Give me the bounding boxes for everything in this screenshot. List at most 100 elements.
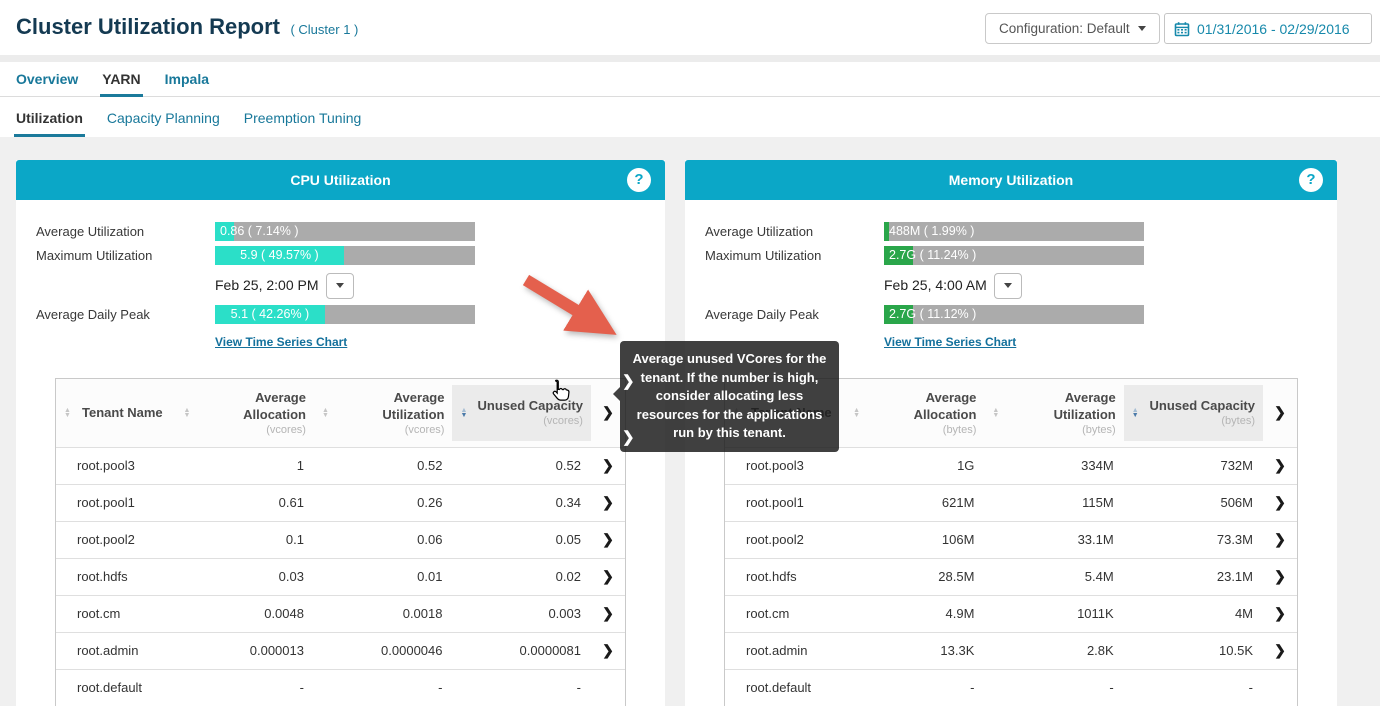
help-icon[interactable]: ? — [1299, 168, 1323, 192]
column-header-label: Average Utilization(bytes) — [1002, 389, 1115, 437]
view-time-series-chart-link[interactable]: View Time Series Chart — [884, 335, 1016, 349]
peak-time-dropdown-button[interactable] — [994, 273, 1022, 299]
value-cell: 0.61 — [175, 495, 314, 510]
sort-arrows-icon: ▲▼ — [460, 408, 470, 418]
tenant-name-cell: root.hdfs — [56, 569, 175, 584]
memory-panel-title: Memory Utilization — [949, 172, 1073, 188]
column-header-label: Unused Capacity(bytes) — [1142, 397, 1255, 428]
row-expand-chevron[interactable]: ❯ — [591, 605, 625, 622]
average-utilization-stat: Average Utilization 488M ( 1.99% ) — [705, 222, 1317, 241]
tab-label: Preemption Tuning — [244, 110, 362, 126]
configuration-dropdown-button[interactable]: Configuration: Default — [985, 13, 1160, 44]
tab-capacity-planning[interactable]: Capacity Planning — [107, 98, 220, 137]
column-header-average-allocation[interactable]: ▲▼Average Allocation(vcores) — [175, 379, 314, 447]
tenant-name-cell: root.pool1 — [725, 495, 845, 510]
column-header-unused-capacity[interactable]: ▲▼Unused Capacity(bytes) — [1124, 385, 1263, 441]
value-cell: 0.003 — [452, 606, 591, 621]
value-cell: 732M — [1124, 458, 1263, 473]
cursor-icon — [549, 379, 571, 401]
tab-yarn[interactable]: YARN — [102, 62, 140, 96]
table-row[interactable]: root.pool31G334M732M❯ — [725, 447, 1297, 484]
tenant-name-cell: root.pool3 — [725, 458, 845, 473]
page-title: Cluster Utilization Report ( Cluster 1 ) — [16, 14, 358, 40]
tenant-name-cell: root.admin — [56, 643, 175, 658]
memory-panel-body: Average Utilization 488M ( 1.99% ) Maxim… — [685, 200, 1337, 706]
tab-label: Utilization — [16, 110, 83, 126]
tab-utilization[interactable]: Utilization — [16, 98, 83, 137]
table-row[interactable]: root.hdfs0.030.010.02❯ — [56, 558, 625, 595]
table-row[interactable]: root.pool20.10.060.05❯ — [56, 521, 625, 558]
value-cell: 2.8K — [984, 643, 1123, 658]
row-expand-chevron[interactable]: ❯ — [1263, 642, 1297, 659]
tab-impala[interactable]: Impala — [165, 62, 209, 96]
column-header-label: Unused Capacity(vcores) — [470, 397, 583, 428]
value-cell: 5.4M — [984, 569, 1123, 584]
table-row[interactable]: root.pool1621M115M506M❯ — [725, 484, 1297, 521]
bar-value: 488M ( 1.99% ) — [889, 222, 974, 241]
value-cell: 506M — [1124, 495, 1263, 510]
average-utilization-stat: Average Utilization 0.86 ( 7.14% ) — [36, 222, 645, 241]
tab-overview[interactable]: Overview — [16, 62, 78, 96]
table-row[interactable]: root.pool2106M33.1M73.3M❯ — [725, 521, 1297, 558]
row-expand-chevron[interactable]: ❯ — [1263, 457, 1297, 474]
row-expand-chevron[interactable]: ❯ — [1263, 494, 1297, 511]
table-row[interactable]: root.cm0.00480.00180.003❯ — [56, 595, 625, 632]
peak-time-text: Feb 25, 4:00 AM — [884, 277, 987, 293]
chevron-right-icon[interactable]: ❯ — [622, 430, 635, 446]
column-header-tenant-name[interactable]: ▲▼Tenant Name — [56, 385, 175, 441]
cluster-utilization-report-page: Cluster Utilization Report ( Cluster 1 )… — [0, 0, 1380, 706]
column-header-average-utilization[interactable]: ▲▼Average Utilization(vcores) — [314, 379, 453, 447]
value-cell: 1 — [175, 458, 314, 473]
table-row[interactable]: root.cm4.9M1011K4M❯ — [725, 595, 1297, 632]
bar-value: 5.1 ( 42.26% ) — [215, 305, 325, 324]
column-header-label: Average Allocation(vcores) — [193, 389, 306, 437]
row-expand-chevron[interactable]: ❯ — [591, 494, 625, 511]
column-header-average-utilization[interactable]: ▲▼Average Utilization(bytes) — [984, 379, 1123, 447]
row-expand-chevron[interactable]: ❯ — [1263, 568, 1297, 585]
table-row[interactable]: root.hdfs28.5M5.4M23.1M❯ — [725, 558, 1297, 595]
value-cell: 115M — [984, 495, 1123, 510]
value-cell: 621M — [845, 495, 984, 510]
maximum-utilization-stat: Maximum Utilization 2.7G ( 11.24% ) — [705, 246, 1317, 265]
table-row[interactable]: root.default--- — [56, 669, 625, 706]
value-cell: 106M — [845, 532, 984, 547]
help-icon[interactable]: ? — [627, 168, 651, 192]
value-cell: - — [1124, 680, 1263, 695]
table-row[interactable]: root.admin13.3K2.8K10.5K❯ — [725, 632, 1297, 669]
table-row[interactable]: root.pool310.520.52❯ — [56, 447, 625, 484]
value-cell: 0.52 — [452, 458, 591, 473]
cpu-utilization-panel: CPU Utilization ? Average Utilization 0.… — [16, 160, 665, 706]
table-row[interactable]: root.admin0.0000130.00000460.0000081❯ — [56, 632, 625, 669]
view-time-series-chart-link[interactable]: View Time Series Chart — [215, 335, 347, 349]
caret-down-icon — [336, 283, 344, 288]
tab-preemption-tuning[interactable]: Preemption Tuning — [244, 98, 362, 137]
row-expand-chevron[interactable]: ❯ — [591, 531, 625, 548]
value-cell: 10.5K — [1124, 643, 1263, 658]
table-row[interactable]: root.default--- — [725, 669, 1297, 706]
row-expand-chevron[interactable]: ❯ — [1263, 531, 1297, 548]
table-row[interactable]: root.pool10.610.260.34❯ — [56, 484, 625, 521]
row-expand-chevron[interactable]: ❯ — [591, 457, 625, 474]
cpu-panel-title: CPU Utilization — [290, 172, 390, 188]
sort-arrows-icon: ▲▼ — [992, 408, 1002, 418]
date-range-picker[interactable]: 01/31/2016 - 02/29/2016 — [1164, 13, 1372, 44]
bar-value: 2.7G ( 11.12% ) — [889, 305, 976, 324]
value-cell: 73.3M — [1124, 532, 1263, 547]
peak-time-dropdown-button[interactable] — [326, 273, 354, 299]
value-cell: 0.0048 — [175, 606, 314, 621]
column-header-label: Average Utilization(vcores) — [332, 389, 445, 437]
tenant-name-cell: root.pool2 — [56, 532, 175, 547]
peak-time-selector: Feb 25, 4:00 AM — [884, 272, 1022, 299]
row-expand-chevron[interactable]: ❯ — [591, 568, 625, 585]
chevron-right-icon[interactable]: ❯ — [622, 374, 635, 390]
tab-label: Impala — [165, 71, 209, 87]
row-expand-chevron[interactable]: ❯ — [591, 642, 625, 659]
column-header-average-allocation[interactable]: ▲▼Average Allocation(bytes) — [845, 379, 984, 447]
table-scroll-chevron[interactable]: ❯ — [1263, 404, 1297, 421]
tab-label: Capacity Planning — [107, 110, 220, 126]
value-cell: 1011K — [984, 606, 1123, 621]
tenant-name-cell: root.admin — [725, 643, 845, 658]
row-expand-chevron[interactable]: ❯ — [1263, 605, 1297, 622]
maximum-utilization-bar: 2.7G ( 11.24% ) — [884, 246, 1144, 265]
value-cell: 0.34 — [452, 495, 591, 510]
